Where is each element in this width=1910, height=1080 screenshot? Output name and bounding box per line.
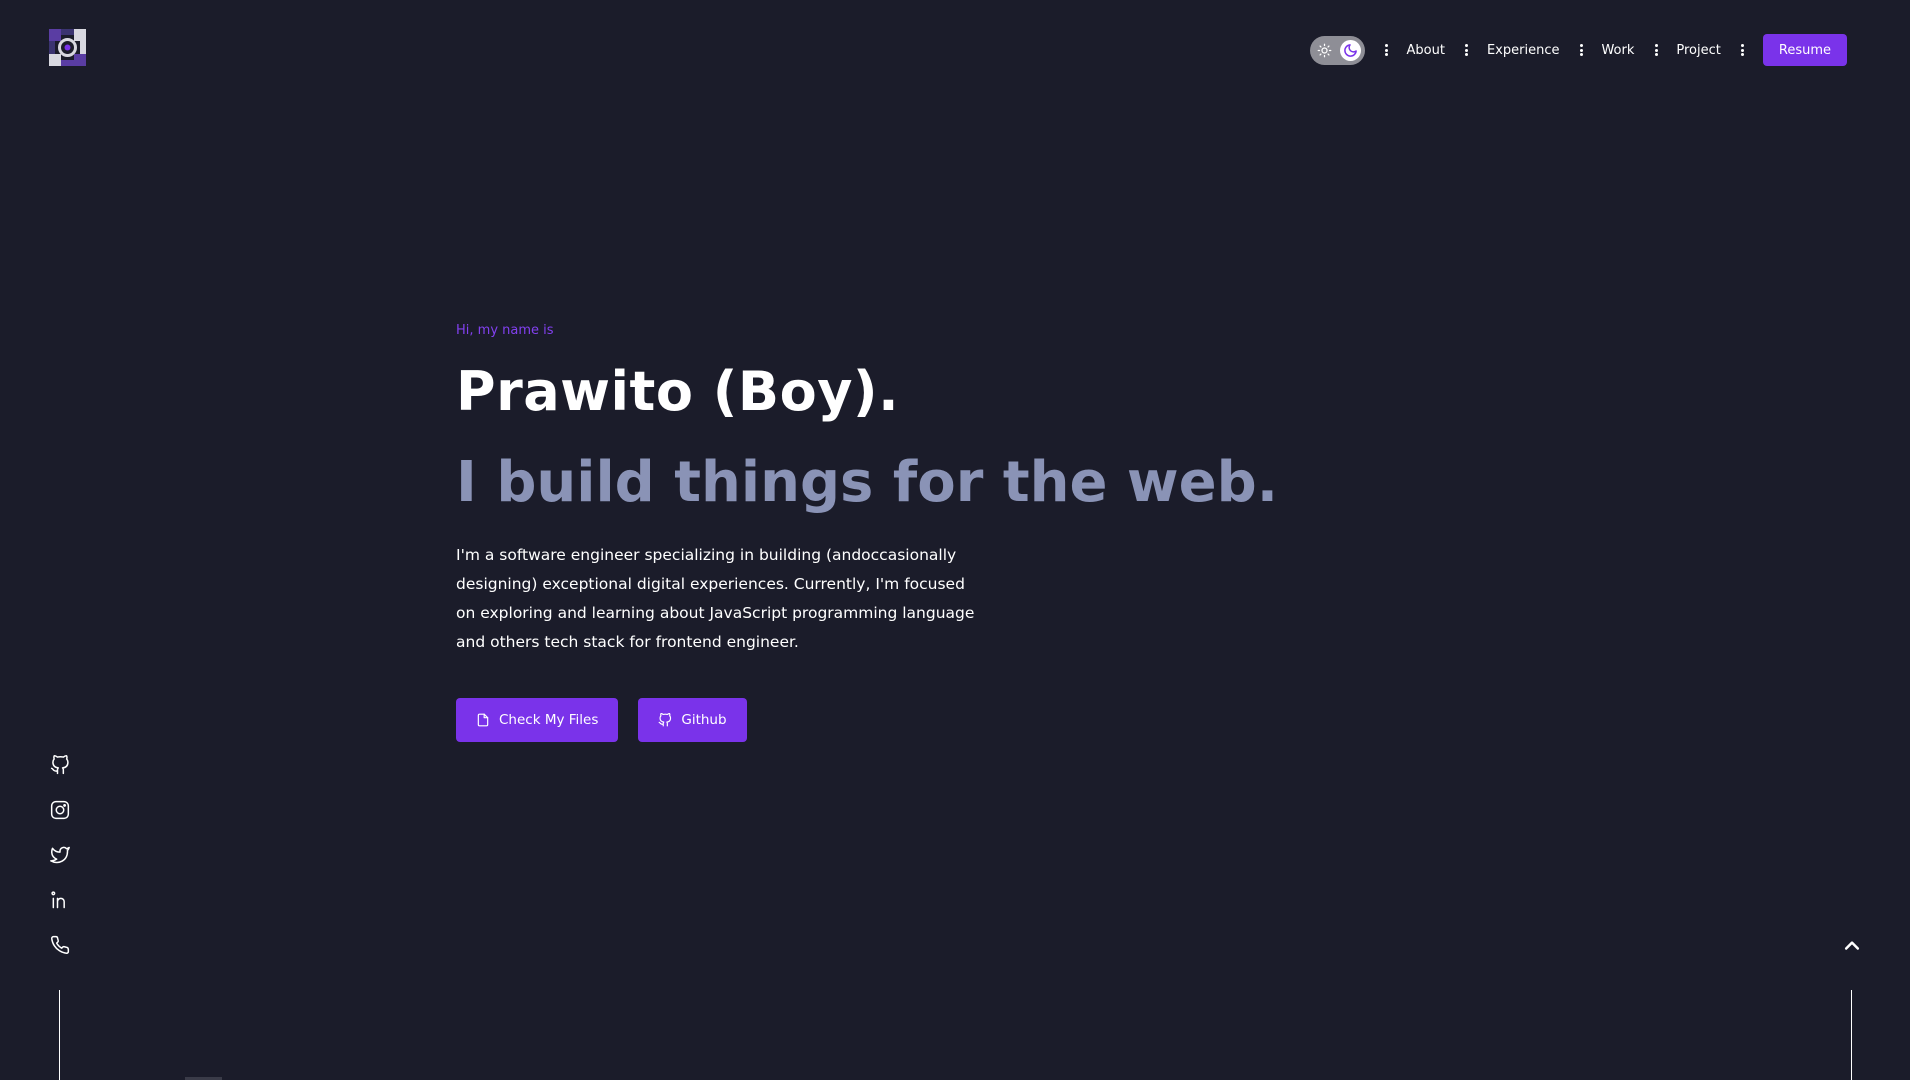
hero-actions: Check My Files Github xyxy=(456,698,767,742)
hero-bio: I'm a software engineer specializing in … xyxy=(456,546,975,651)
hero-name: Prawito (Boy). xyxy=(456,360,900,423)
nav-link-project[interactable]: Project xyxy=(1676,43,1720,58)
monogram-logo-icon[interactable] xyxy=(49,29,86,66)
phone-icon[interactable] xyxy=(49,934,71,956)
greeting-text: Hi, my name is xyxy=(456,323,554,338)
nav-item-experience: Experience xyxy=(1465,43,1560,58)
nav-link-work[interactable]: Work xyxy=(1601,43,1634,58)
theme-toggle[interactable] xyxy=(1309,35,1365,65)
page: About Experience Work Project Resume Hi,… xyxy=(0,0,1910,1080)
nav-item-about: About xyxy=(1385,43,1445,58)
github-button[interactable]: Github xyxy=(638,698,747,742)
kebab-icon xyxy=(1741,44,1745,56)
nav-link-about[interactable]: About xyxy=(1407,43,1445,58)
sun-icon[interactable] xyxy=(1314,40,1335,61)
chevron-up-icon[interactable] xyxy=(1840,934,1864,958)
kebab-icon xyxy=(1385,44,1389,56)
kebab-icon xyxy=(1465,44,1469,56)
twitter-icon[interactable] xyxy=(49,844,71,866)
left-divider-line xyxy=(59,990,60,1080)
nav-item-project: Project xyxy=(1654,43,1721,58)
github-label: Github xyxy=(681,712,727,728)
github-icon[interactable] xyxy=(49,754,71,776)
instagram-icon[interactable] xyxy=(49,799,71,821)
file-icon xyxy=(476,713,490,727)
github-icon xyxy=(658,713,672,727)
moon-icon[interactable] xyxy=(1339,39,1361,61)
linkedin-icon[interactable] xyxy=(49,889,71,911)
right-divider-line xyxy=(1851,990,1852,1080)
kebab-icon xyxy=(1579,44,1583,56)
nav-link-experience[interactable]: Experience xyxy=(1487,43,1560,58)
check-files-label: Check My Files xyxy=(499,712,599,728)
resume-button[interactable]: Resume xyxy=(1762,34,1847,66)
check-files-button[interactable]: Check My Files xyxy=(456,698,619,742)
kebab-icon xyxy=(1654,44,1658,56)
main-nav: About Experience Work Project Resume xyxy=(1309,34,1847,66)
nav-item-work: Work xyxy=(1579,43,1634,58)
social-links xyxy=(49,754,71,979)
hero-tagline: I build things for the web. xyxy=(456,450,1279,515)
